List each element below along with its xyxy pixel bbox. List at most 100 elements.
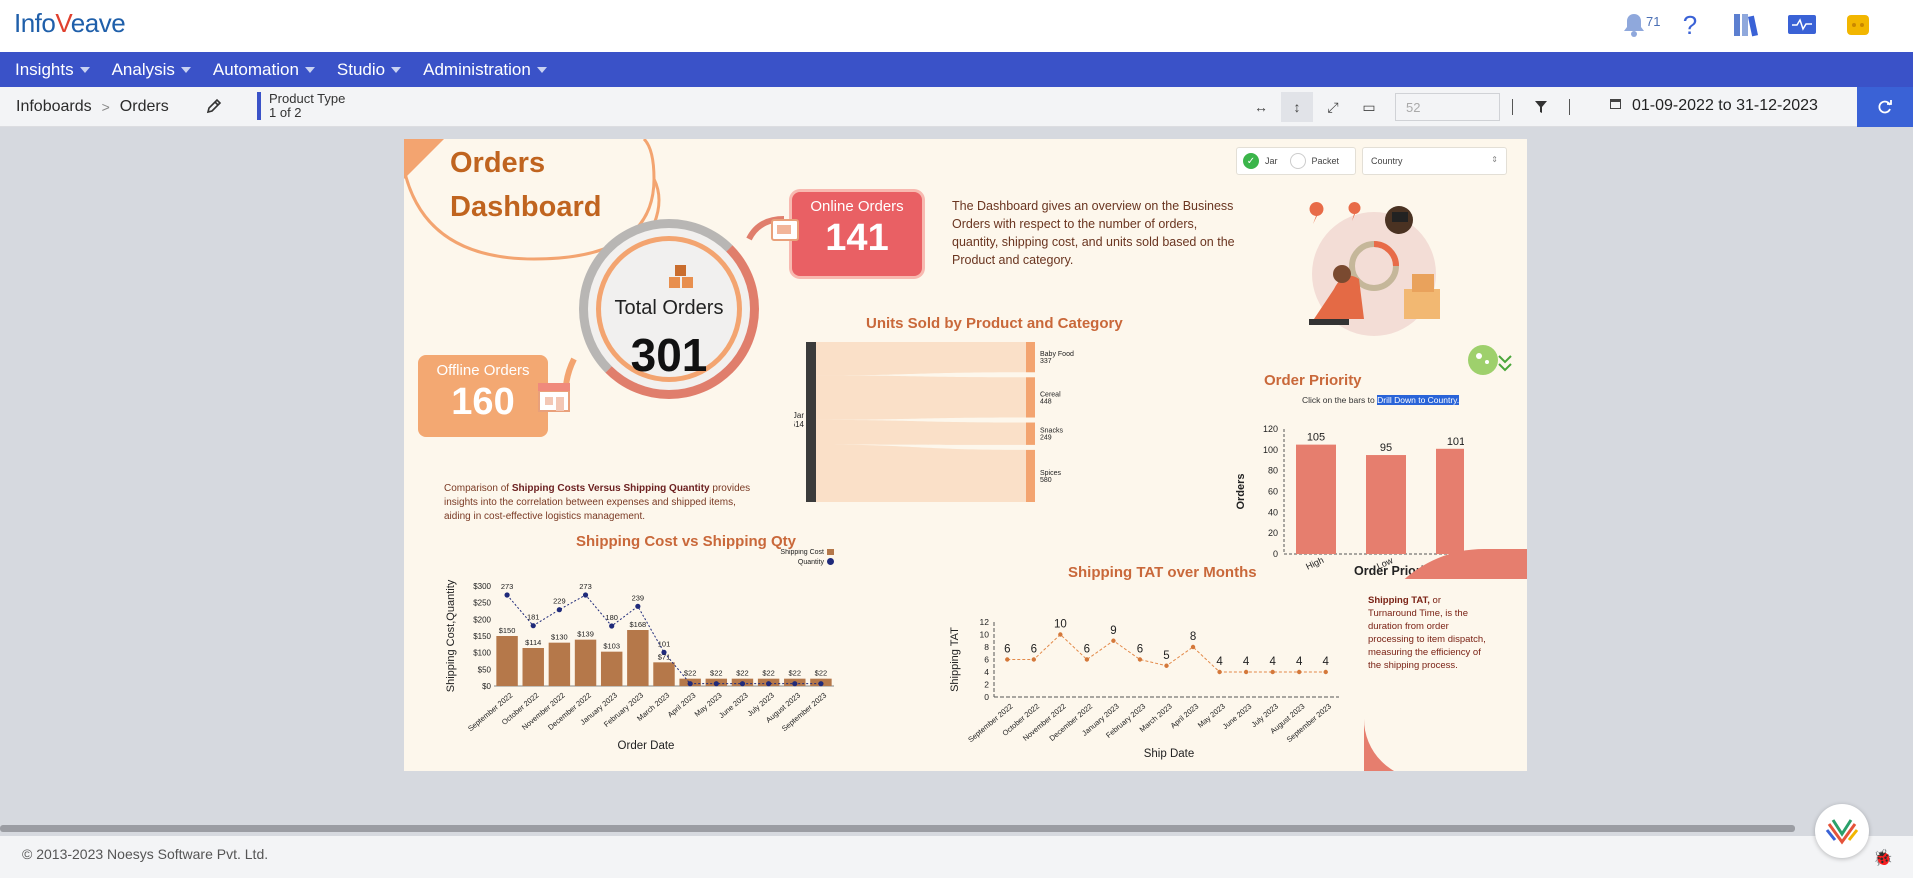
fit-height-icon[interactable]: ↕ <box>1281 92 1313 122</box>
y-tick-label: 20 <box>1268 528 1278 538</box>
y-tick-label: 100 <box>1263 445 1278 455</box>
sankey-source-value: 1,614 <box>794 420 805 429</box>
quantity-point <box>556 607 562 613</box>
caret-down-icon <box>180 66 191 73</box>
tat-value: 4 <box>1296 656 1303 668</box>
y-tick-label: 80 <box>1268 466 1278 476</box>
tat-point <box>1323 669 1328 675</box>
date-range-text: 01-09-2022 to 31-12-2023 <box>1632 97 1818 114</box>
quantity-value: 273 <box>501 582 514 591</box>
order-priority-ylabel: Orders <box>1235 473 1247 509</box>
help-icon[interactable]: ? <box>1675 10 1705 40</box>
quantity-point <box>792 681 798 687</box>
infoveave-logo[interactable]: InfoVeave <box>14 8 126 39</box>
shipping-cost-value: $168 <box>630 620 647 629</box>
tat-point <box>1031 657 1037 662</box>
expand-icon[interactable]: ⤢ <box>1317 92 1349 122</box>
infoveave-assistant-button[interactable] <box>1815 804 1869 858</box>
infoboard-toolbar: Infoboards > Orders Product Type 1 of 2 … <box>0 87 1913 127</box>
text-bold: Shipping Costs Versus Shipping Quantity <box>511 483 710 494</box>
notification-count: 71 <box>1646 14 1661 29</box>
calendar-icon <box>1609 97 1622 115</box>
tat-xlabel: Ship Date <box>1144 748 1195 760</box>
quantity-point <box>766 681 772 687</box>
shipping-cost-bar <box>548 642 571 686</box>
monitor-icon[interactable] <box>1787 10 1817 40</box>
drill-down-icon[interactable] <box>1467 344 1515 380</box>
refresh-button[interactable] <box>1857 87 1913 127</box>
text-part: Comparison of <box>444 483 512 494</box>
quantity-point <box>582 592 589 598</box>
dashboard-description: The Dashboard gives an overview on the B… <box>952 199 1235 267</box>
storefront-icon <box>538 383 570 412</box>
sankey-link <box>816 375 1026 420</box>
footer: © 2013-2023 Noesys Software Pvt. Ltd. 🐞 <box>0 836 1913 878</box>
order-priority-chart: Orders020406080100120105High95Low101Medi… <box>1235 424 1464 575</box>
filter-tag-product-type[interactable]: Product Type 1 of 2 <box>257 92 345 120</box>
radio-packet[interactable] <box>1289 153 1306 169</box>
caret-down-icon <box>536 66 547 73</box>
shipping-cost-bar <box>653 662 675 686</box>
sankey-target-node <box>1026 377 1035 418</box>
breadcrumb-infoboards[interactable]: Infoboards <box>16 98 92 116</box>
offline-orders-value: 160 <box>451 381 515 423</box>
sankey-target-value: 448 <box>1040 398 1052 405</box>
quantity-point <box>504 592 510 598</box>
shipping-cost-bar <box>574 639 597 686</box>
fit-width-icon[interactable]: ↔ <box>1245 92 1277 122</box>
quantity-point <box>661 649 667 655</box>
shipping-cost-xlabel: Order Date <box>618 740 675 752</box>
tat-point <box>1190 644 1196 650</box>
tat-point <box>1217 669 1222 675</box>
orders-dashboard: Orders Dashboard Total Orders 301 Online… <box>404 139 1527 771</box>
filter-icon[interactable] <box>1525 92 1557 122</box>
tat-value: 9 <box>1110 625 1116 637</box>
shipping-cost-value: $130 <box>551 633 568 642</box>
app-switcher-icon[interactable] <box>1843 10 1873 40</box>
radio-packet-label: Packet <box>1311 156 1340 166</box>
sankey-link <box>816 444 1026 502</box>
quantity-value: 180 <box>605 613 618 622</box>
country-select[interactable]: Country ⇕ <box>1362 147 1507 175</box>
y-tick-label: 0 <box>1273 549 1278 559</box>
menu-administration[interactable]: Administration <box>423 60 547 80</box>
date-range-picker[interactable]: 01-09-2022 to 31-12-2023 <box>1609 97 1818 115</box>
y-tick-label: 40 <box>1268 507 1278 517</box>
shipping-cost-value: $22 <box>762 669 775 678</box>
sankey-source-label: Jar <box>794 411 804 420</box>
tat-point <box>1270 669 1275 675</box>
number-input[interactable]: 52 <box>1395 93 1500 121</box>
bug-icon[interactable]: 🐞 <box>1873 848 1893 868</box>
shipping-cost-value: $22 <box>736 669 749 678</box>
menu-label: Analysis <box>111 59 175 79</box>
library-icon[interactable] <box>1731 10 1761 40</box>
radio-jar[interactable]: ✓ <box>1243 153 1259 169</box>
x-tick-label: June 2023 <box>717 691 750 720</box>
horizontal-scrollbar[interactable] <box>0 825 1795 832</box>
tat-chart: Shipping TAT0246810126September 20226Oct… <box>949 617 1339 760</box>
menu-insights[interactable]: Insights <box>15 60 90 80</box>
tat-value: 6 <box>1084 644 1090 656</box>
y-tick-label: 60 <box>1268 487 1278 497</box>
shipping-cost-value: $150 <box>499 626 516 635</box>
menu-analysis[interactable]: Analysis <box>112 60 191 80</box>
edit-pencil-icon[interactable] <box>205 97 225 117</box>
units-sold-title: Units Sold by Product and Category <box>866 315 1123 332</box>
sankey-target-node <box>1026 449 1035 502</box>
sankey-link <box>816 342 1026 376</box>
menu-automation[interactable]: Automation <box>213 60 315 80</box>
quantity-point <box>687 681 693 687</box>
tat-ylabel: Shipping TAT <box>949 627 961 692</box>
quantity-value: 239 <box>632 593 645 602</box>
y-tick-label: 12 <box>980 617 990 627</box>
bell-icon[interactable]: 71 <box>1619 10 1660 40</box>
radio-jar-label: Jar <box>1265 156 1278 166</box>
shipping-cost-value: $22 <box>789 669 802 678</box>
divider <box>1569 99 1570 115</box>
x-tick-label: June 2023 <box>1221 702 1254 731</box>
quantity-point <box>635 603 641 609</box>
refresh-icon <box>1878 100 1892 114</box>
menu-studio[interactable]: Studio <box>337 60 402 80</box>
priority-category-label: High <box>1304 555 1325 572</box>
presentation-icon[interactable]: ▭ <box>1353 92 1385 122</box>
